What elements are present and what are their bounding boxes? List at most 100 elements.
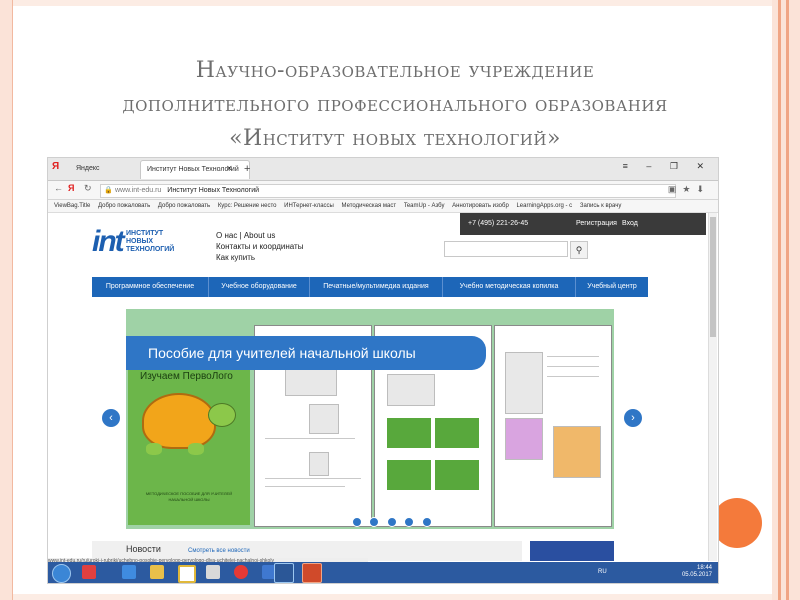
bookmark-item[interactable]: Курс: Решение несто bbox=[218, 200, 277, 212]
yandex-browser-icon[interactable] bbox=[178, 565, 196, 583]
carousel-dot[interactable] bbox=[352, 517, 362, 527]
carousel-dot[interactable] bbox=[421, 517, 432, 527]
bookmark-item[interactable]: Методическая маст bbox=[342, 200, 397, 212]
address-bar-actions[interactable]: ▣★⬇ bbox=[668, 184, 710, 195]
browser-tab-bar: Я Яндекс Институт Новых Технологий ✕ + ≡… bbox=[48, 158, 718, 181]
carousel-banner: Пособие для учителей начальной школы bbox=[126, 336, 486, 370]
word-icon[interactable] bbox=[274, 563, 294, 583]
tools-icon[interactable] bbox=[206, 565, 220, 579]
header-account-strip: +7 (495) 221-26-45 Регистрация Вход bbox=[460, 213, 706, 235]
carousel-next-arrow-icon[interactable]: › bbox=[624, 409, 642, 427]
nav-item[interactable]: Учебно методическая копилка bbox=[443, 277, 576, 297]
url-page-title: Институт Новых Технологий bbox=[167, 187, 260, 194]
bookmark-item[interactable]: Добро пожаловать bbox=[98, 200, 150, 212]
media-player-icon[interactable] bbox=[82, 565, 96, 579]
page-figure bbox=[387, 374, 435, 406]
system-clock[interactable]: 18:44 05.05.2017 bbox=[682, 565, 712, 579]
file-explorer-icon[interactable] bbox=[150, 565, 164, 579]
how-to-buy-link[interactable]: Как купить bbox=[216, 252, 303, 263]
page-scene bbox=[435, 418, 479, 448]
bookmarks-bar: ViewBag.Title Добро пожаловать Добро пож… bbox=[48, 200, 718, 213]
window-controls[interactable]: ≡ – ❐ ✕ bbox=[623, 161, 712, 172]
carousel-dot[interactable] bbox=[386, 517, 397, 527]
yandex-logo-icon[interactable]: Я bbox=[52, 161, 59, 172]
search-icon[interactable]: ⚲ bbox=[570, 241, 588, 259]
page-scene bbox=[387, 460, 431, 490]
main-navigation: Программное обеспечение Учебное оборудов… bbox=[92, 277, 648, 297]
page-figure bbox=[309, 404, 339, 434]
chrome-icon[interactable] bbox=[234, 565, 248, 579]
book-cover-subtitle: МЕТОДИЧЕСКОЕ ПОСОБИЕ ДЛЯ УЧИТЕЛЕЙ НАЧАЛЬ… bbox=[145, 491, 233, 502]
about-link[interactable]: О нас | About us bbox=[216, 230, 303, 241]
page-figure bbox=[309, 452, 329, 476]
slide-title: Научно-образовательное учреждение дополн… bbox=[40, 54, 750, 156]
bookmark-item[interactable]: TeamUp - Азбу bbox=[404, 200, 445, 212]
web-page: +7 (495) 221-26-45 Регистрация Вход ⚲ in… bbox=[48, 213, 718, 561]
new-tab-button[interactable]: + bbox=[244, 160, 250, 178]
slide-frame-bottom bbox=[12, 594, 772, 600]
carousel-dots bbox=[352, 514, 435, 532]
promo-banner[interactable] bbox=[530, 541, 614, 561]
clock-date: 05.05.2017 bbox=[681, 572, 712, 578]
yandex-home-icon[interactable]: Я bbox=[68, 183, 74, 193]
clock-time: 18:44 bbox=[696, 565, 712, 571]
book-cover[interactable]: Изучаем ПервоЛого МЕТОДИЧЕСКОЕ ПОСОБИЕ Д… bbox=[128, 351, 250, 525]
slide-frame-right bbox=[772, 0, 800, 600]
windows-taskbar: RU 18:44 05.05.2017 bbox=[48, 562, 718, 583]
page-palette bbox=[505, 418, 543, 460]
slide-frame-left bbox=[0, 0, 13, 600]
nav-item[interactable]: Печатные/мультимедиа издания bbox=[310, 277, 443, 297]
nav-item[interactable]: Учебное оборудование bbox=[209, 277, 310, 297]
language-indicator[interactable]: RU bbox=[598, 569, 607, 575]
reload-icon[interactable]: ↻ bbox=[84, 183, 92, 194]
turtle-illustration bbox=[142, 393, 216, 449]
slide-frame-top bbox=[12, 0, 772, 6]
scrollbar-thumb[interactable] bbox=[710, 217, 716, 337]
login-link[interactable]: Вход bbox=[622, 213, 638, 235]
page-text-line bbox=[265, 478, 361, 479]
carousel-prev-arrow-icon[interactable]: ‹ bbox=[102, 409, 120, 427]
phone-number: +7 (495) 221-26-45 bbox=[468, 220, 529, 227]
bookmark-item[interactable]: ViewBag.Title bbox=[54, 200, 90, 212]
page-scrollbar[interactable] bbox=[708, 213, 717, 561]
url-field[interactable]: www.int-edu.ru Институт Новых Технологий bbox=[100, 184, 676, 198]
page-text-line bbox=[265, 486, 345, 487]
close-tab-icon[interactable]: ✕ bbox=[226, 160, 233, 178]
page-text-line bbox=[547, 356, 599, 357]
page-text-line bbox=[547, 376, 599, 377]
powerpoint-icon[interactable] bbox=[302, 563, 322, 583]
carousel-dot[interactable] bbox=[404, 517, 415, 527]
turtle-head bbox=[208, 403, 236, 427]
turtle-leg bbox=[146, 443, 162, 455]
start-button-icon[interactable] bbox=[52, 564, 71, 583]
bookmark-item[interactable]: Аннотировать изобр bbox=[452, 200, 509, 212]
nav-item[interactable]: Программное обеспечение bbox=[92, 277, 209, 297]
back-arrow-icon[interactable]: ← bbox=[54, 183, 63, 193]
page-figure bbox=[505, 352, 543, 414]
bookmark-item[interactable]: ИНТернет-классы bbox=[284, 200, 334, 212]
bookmark-item[interactable]: LearningApps.org - с bbox=[516, 200, 572, 212]
bookmark-item[interactable]: Добро пожаловать bbox=[158, 200, 210, 212]
contacts-link[interactable]: Контакты и координаты bbox=[216, 241, 303, 252]
book-cover-title: Изучаем ПервоЛого bbox=[140, 371, 233, 382]
tab-active[interactable]: Институт Новых Технологий bbox=[140, 160, 250, 179]
carousel-dot[interactable] bbox=[369, 517, 380, 527]
slide-title-line: Научно-образовательное учреждение bbox=[195, 58, 595, 83]
page-text-line bbox=[547, 366, 599, 367]
presentation-slide: Научно-образовательное учреждение дополн… bbox=[0, 0, 800, 600]
bookmark-item[interactable]: Запись к врачу bbox=[580, 200, 622, 212]
register-link[interactable]: Регистрация bbox=[576, 213, 617, 235]
nav-item[interactable]: Учебный центр bbox=[576, 277, 648, 297]
url-host: www.int-edu.ru bbox=[115, 187, 162, 194]
page-palette bbox=[553, 426, 601, 478]
internet-explorer-icon[interactable] bbox=[122, 565, 136, 579]
frame-stripe bbox=[778, 0, 781, 600]
all-news-link[interactable]: Смотреть все новости bbox=[188, 548, 250, 554]
site-search-input[interactable] bbox=[444, 241, 568, 257]
frame-stripe bbox=[786, 0, 789, 600]
address-bar: ← Я ↻ www.int-edu.ru Институт Новых Техно… bbox=[48, 181, 718, 200]
page-text-line bbox=[265, 438, 355, 439]
decorative-circle bbox=[712, 498, 762, 548]
page-scene bbox=[387, 418, 431, 448]
site-logo[interactable]: int bbox=[92, 225, 125, 259]
